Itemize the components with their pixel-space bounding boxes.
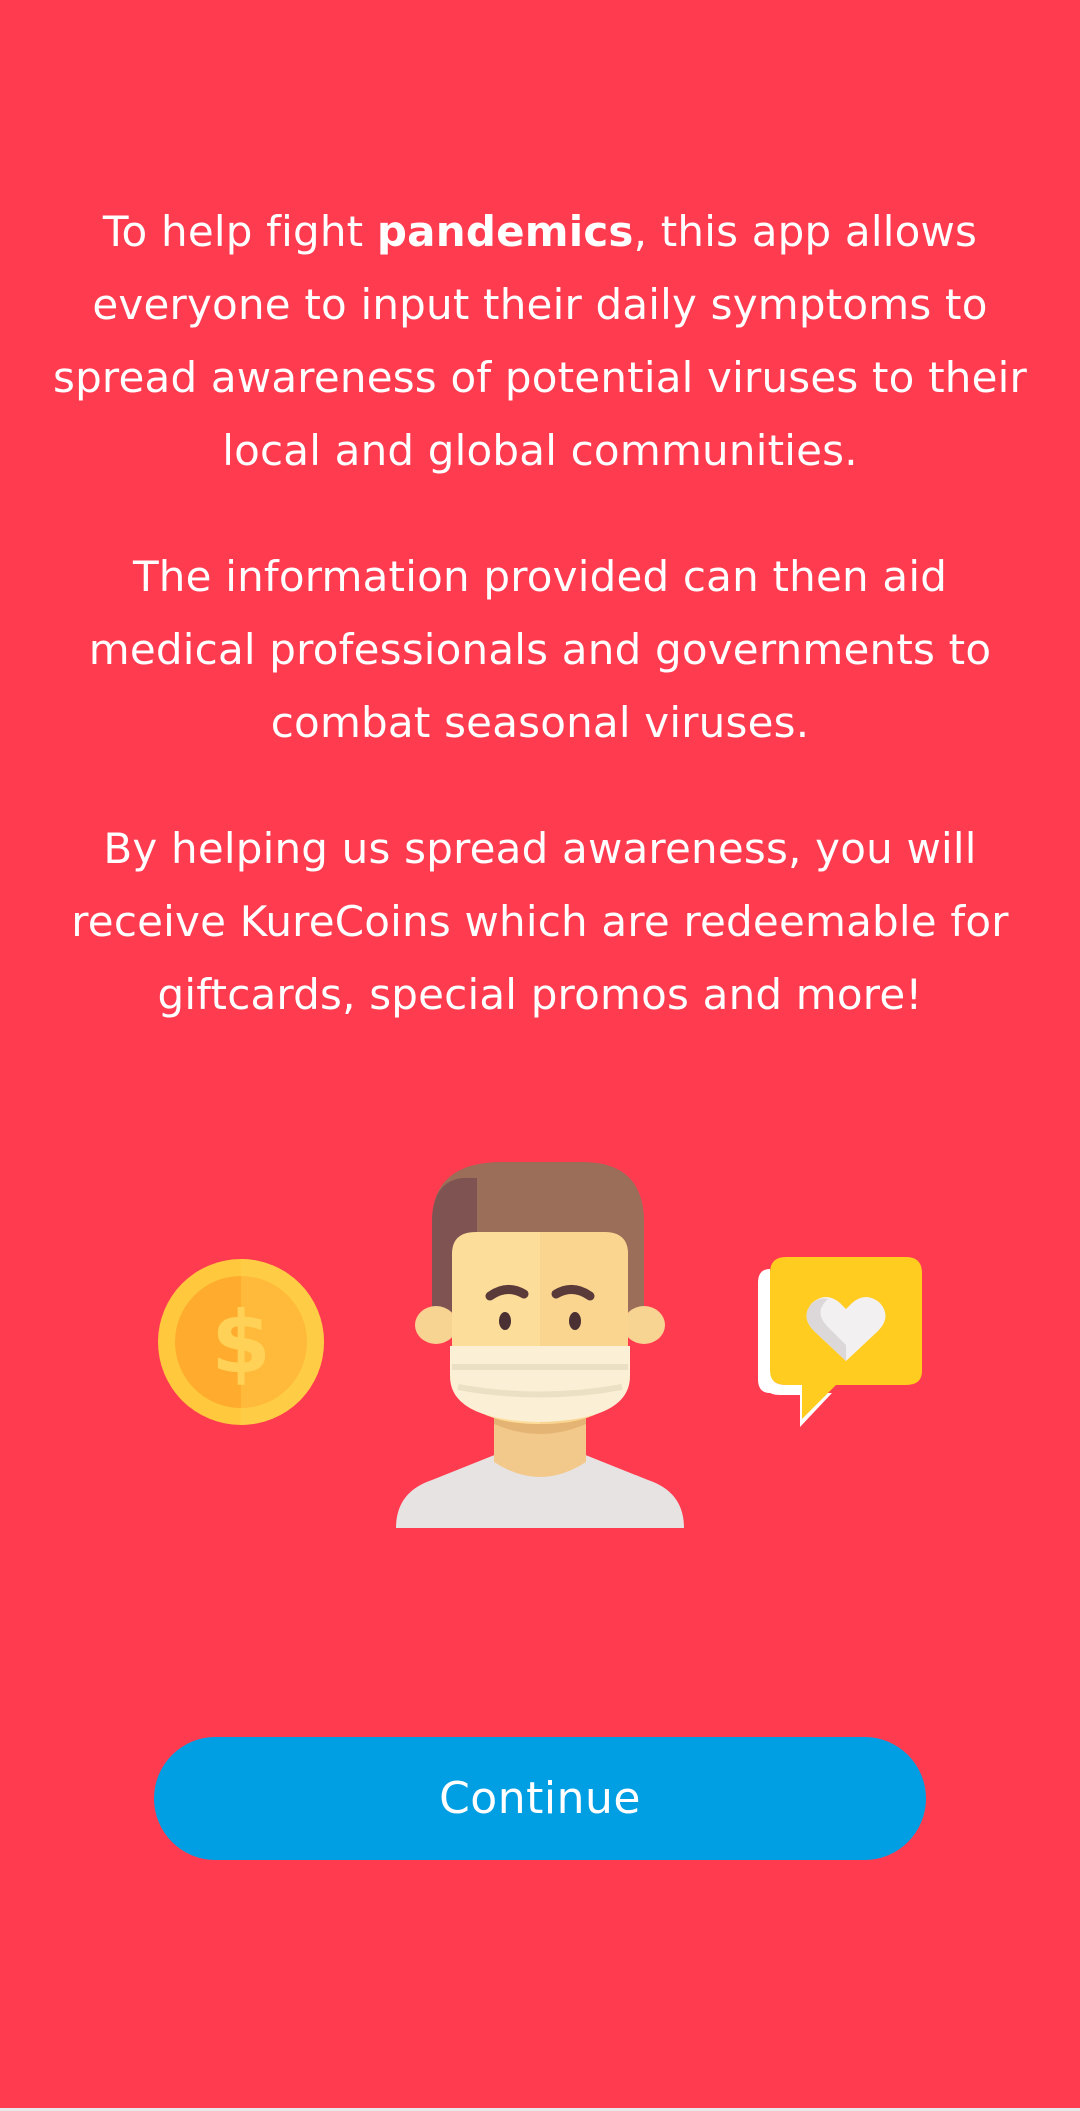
intro-line: giftcards, special promos and more! (157, 970, 923, 1019)
intro-bold-text: pandemics (376, 207, 634, 256)
intro-line: medical professionals and governments to (88, 625, 992, 674)
heart-speech-bubble-icon (758, 1257, 922, 1427)
intro-paragraph-2: The information provided can then aid me… (0, 540, 1080, 759)
intro-line: The information provided can then aid (132, 552, 948, 601)
intro-line: By helping us spread awareness, you will (103, 824, 977, 873)
continue-button[interactable]: Continue (154, 1737, 926, 1860)
intro-text: To help fight (102, 207, 377, 256)
onboarding-illustration: $ (0, 1150, 1080, 1530)
intro-line: local and global communities. (222, 426, 858, 475)
masked-person-icon (396, 1162, 684, 1528)
intro-text: , this app allows (633, 207, 978, 256)
intro-line: receive KureCoins which are redeemable f… (71, 897, 1009, 946)
intro-line: To help fight pandemics, this app allows (0, 195, 1080, 268)
intro-line: spread awareness of potential viruses to… (52, 353, 1027, 402)
intro-line: combat seasonal viruses. (270, 698, 810, 747)
svg-text:$: $ (211, 1293, 271, 1393)
intro-line: everyone to input their daily symptoms t… (92, 280, 988, 329)
intro-paragraph-1: To help fight pandemics, this app allows… (0, 195, 1080, 487)
intro-paragraph-3: By helping us spread awareness, you will… (0, 812, 1080, 1031)
dollar-coin-icon: $ (158, 1259, 324, 1425)
